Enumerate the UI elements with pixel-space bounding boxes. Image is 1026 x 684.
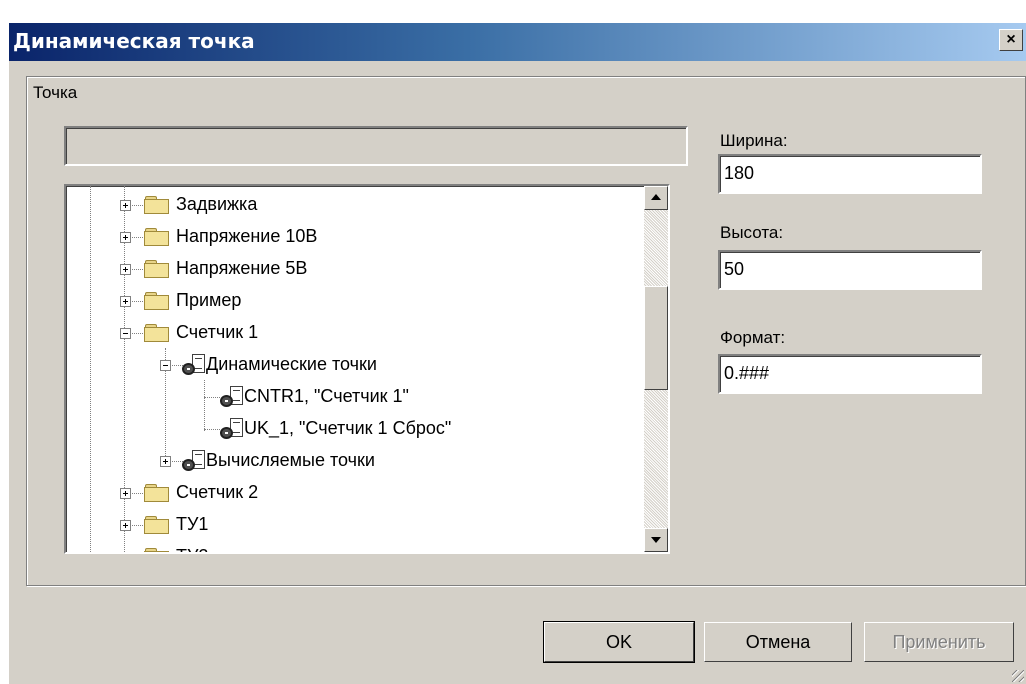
- point-icon: [220, 386, 244, 408]
- expand-plus-icon[interactable]: [160, 456, 171, 467]
- height-input[interactable]: 50: [718, 250, 982, 290]
- tree-line: [204, 397, 220, 398]
- expand-plus-icon[interactable]: [120, 200, 131, 211]
- close-button[interactable]: ×: [999, 29, 1023, 51]
- folder-icon: [144, 196, 170, 214]
- points-icon: [182, 354, 206, 376]
- width-input[interactable]: 180: [718, 154, 982, 194]
- expand-plus-icon[interactable]: [120, 488, 131, 499]
- group-label: Точка: [30, 83, 81, 103]
- tree-node-label: Задвижка: [176, 194, 258, 214]
- tree-node-label: Напряжение 5В: [176, 258, 308, 278]
- collapse-minus-icon[interactable]: [160, 360, 171, 371]
- tree-node-label: Вычисляемые точки: [206, 450, 375, 470]
- tree-node-label: Счетчик 1: [176, 322, 259, 342]
- title-bar[interactable]: Динамическая точка ×: [9, 23, 1026, 61]
- apply-button[interactable]: Применить: [864, 622, 1014, 662]
- window-title: Динамическая точка: [13, 29, 255, 53]
- tree-node-label: UK_1, "Счетчик 1 Сброс": [244, 418, 452, 438]
- folder-icon: [144, 548, 170, 552]
- expand-plus-icon[interactable]: [120, 296, 131, 307]
- folder-icon: [144, 324, 170, 342]
- tree-node-label: Пример: [176, 290, 242, 310]
- tree-node-label: Напряжение 10В: [176, 226, 318, 246]
- width-label: Ширина:: [720, 131, 788, 150]
- folder-icon: [144, 484, 170, 502]
- arrow-down-icon: [651, 537, 661, 543]
- arrow-up-icon: [651, 194, 661, 200]
- expand-plus-icon[interactable]: [120, 520, 131, 531]
- expand-plus-icon[interactable]: [120, 264, 131, 275]
- tree-node-label: Динамические точки: [206, 354, 377, 374]
- format-input[interactable]: 0.###: [718, 354, 982, 394]
- scroll-up-button[interactable]: [644, 186, 668, 210]
- tree-node-label: Счетчик 2: [176, 482, 259, 502]
- points-tree[interactable]: Задвижка Напряжение 10В Напряжение 5В Приме…: [64, 184, 670, 554]
- tree-node-label: ТУ2: [176, 545, 208, 552]
- expand-plus-icon[interactable]: [120, 552, 131, 554]
- tree-line: [204, 429, 220, 430]
- expand-plus-icon[interactable]: [120, 232, 131, 243]
- height-label: Высота:: [720, 223, 784, 242]
- folder-icon: [144, 292, 170, 310]
- tree-vertical-scrollbar[interactable]: [644, 186, 668, 552]
- ok-button[interactable]: OK: [543, 621, 695, 663]
- resize-grip-icon[interactable]: [1012, 670, 1024, 682]
- tree-content: Задвижка Напряжение 10В Напряжение 5В Приме…: [66, 186, 644, 552]
- cancel-button[interactable]: Отмена: [704, 622, 852, 662]
- scroll-down-button[interactable]: [644, 528, 668, 552]
- scroll-thumb[interactable]: [644, 286, 668, 390]
- selected-point-path-field: [64, 126, 688, 166]
- points-icon: [182, 450, 206, 472]
- format-label: Формат:: [720, 328, 786, 347]
- folder-icon: [144, 228, 170, 246]
- tree-line: [90, 186, 91, 552]
- point-icon: [220, 418, 244, 440]
- tree-node-label: ТУ1: [176, 514, 209, 534]
- folder-icon: [144, 516, 170, 534]
- folder-icon: [144, 260, 170, 278]
- collapse-minus-icon[interactable]: [120, 328, 131, 339]
- tree-line: [204, 380, 205, 431]
- tree-node-label: CNTR1, "Счетчик 1": [244, 386, 409, 406]
